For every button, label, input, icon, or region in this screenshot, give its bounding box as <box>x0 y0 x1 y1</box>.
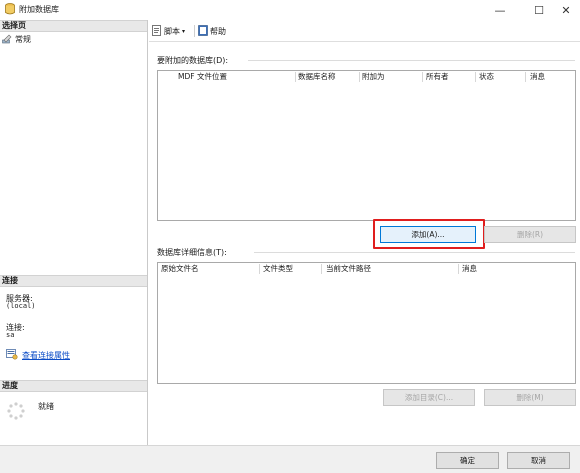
col-attach-as[interactable]: 附加为 <box>362 71 385 83</box>
cancel-button[interactable]: 取消 <box>507 452 570 469</box>
col-separator <box>525 72 526 82</box>
attach-database-grid[interactable]: MDF 文件位置 数据库名称 附加为 所有者 状态 消息 <box>157 70 576 221</box>
col-message[interactable]: 消息 <box>530 71 545 83</box>
page-item-label: 常规 <box>15 35 31 44</box>
progress-status: 就绪 <box>38 402 54 411</box>
chevron-down-icon: ▾ <box>182 27 186 35</box>
col-database-name[interactable]: 数据库名称 <box>298 71 336 83</box>
details-group-rule <box>254 252 575 253</box>
toolbar-separator <box>194 25 195 37</box>
col-separator <box>422 72 423 82</box>
window-title: 附加数据库 <box>19 5 59 14</box>
ok-button[interactable]: 确定 <box>436 452 499 469</box>
toolbar: 脚本 ▾ 帮助 <box>149 20 580 42</box>
minimize-button[interactable]: — <box>484 0 516 20</box>
col-current-path[interactable]: 当前文件路径 <box>326 263 371 275</box>
select-page-header: 选择页 <box>0 20 147 32</box>
col-separator <box>295 72 296 82</box>
help-button[interactable]: 帮助 <box>198 24 226 38</box>
wrench-icon <box>2 34 12 46</box>
col-separator <box>475 72 476 82</box>
col-separator <box>321 264 322 274</box>
col-separator <box>458 264 459 274</box>
add-catalog-button[interactable]: 添加目录(C)... <box>383 389 475 406</box>
remove-button[interactable]: 删除(R) <box>484 226 576 243</box>
col-separator <box>259 264 260 274</box>
left-panel: 选择页 常规 连接 服务器: (local) 连接: sa 查看连接属性 进度 <box>0 20 148 445</box>
col-file-type[interactable]: 文件类型 <box>263 263 293 275</box>
database-details-grid[interactable]: 原始文件名 文件类型 当前文件路径 消息 <box>157 262 576 384</box>
title-bar: 附加数据库 — ☐ ✕ <box>0 0 580 20</box>
attach-group-rule <box>248 60 575 61</box>
properties-icon <box>6 349 18 362</box>
script-button[interactable]: 脚本 ▾ <box>152 24 186 38</box>
server-value: (local) <box>6 302 36 310</box>
col-owner[interactable]: 所有者 <box>426 71 449 83</box>
details-remove-button[interactable]: 删除(M) <box>484 389 576 406</box>
view-connection-properties-link[interactable]: 查看连接属性 <box>22 350 70 361</box>
dialog-footer: 确定 取消 <box>0 445 580 473</box>
help-icon <box>198 24 208 38</box>
col-original-filename[interactable]: 原始文件名 <box>161 263 199 275</box>
col-separator <box>359 72 360 82</box>
script-icon <box>152 24 162 38</box>
col-status[interactable]: 状态 <box>479 71 494 83</box>
connect-value: sa <box>6 331 15 339</box>
add-button[interactable]: 添加(A)... <box>380 226 476 243</box>
progress-header: 进度 <box>0 380 147 392</box>
spinner-icon <box>7 402 25 422</box>
database-icon <box>5 3 15 15</box>
page-item-general[interactable]: 常规 <box>2 34 31 45</box>
script-label: 脚本 <box>164 26 180 36</box>
connection-header: 连接 <box>0 275 147 287</box>
view-connection-properties[interactable]: 查看连接属性 <box>6 349 70 362</box>
details-group-label: 数据库详细信息(T): <box>157 248 227 257</box>
col-mdf-location[interactable]: MDF 文件位置 <box>178 71 227 83</box>
col-details-message[interactable]: 消息 <box>462 263 477 275</box>
close-button[interactable]: ✕ <box>550 0 580 20</box>
attach-group-label: 要附加的数据库(D): <box>157 56 229 65</box>
help-label: 帮助 <box>210 26 226 36</box>
